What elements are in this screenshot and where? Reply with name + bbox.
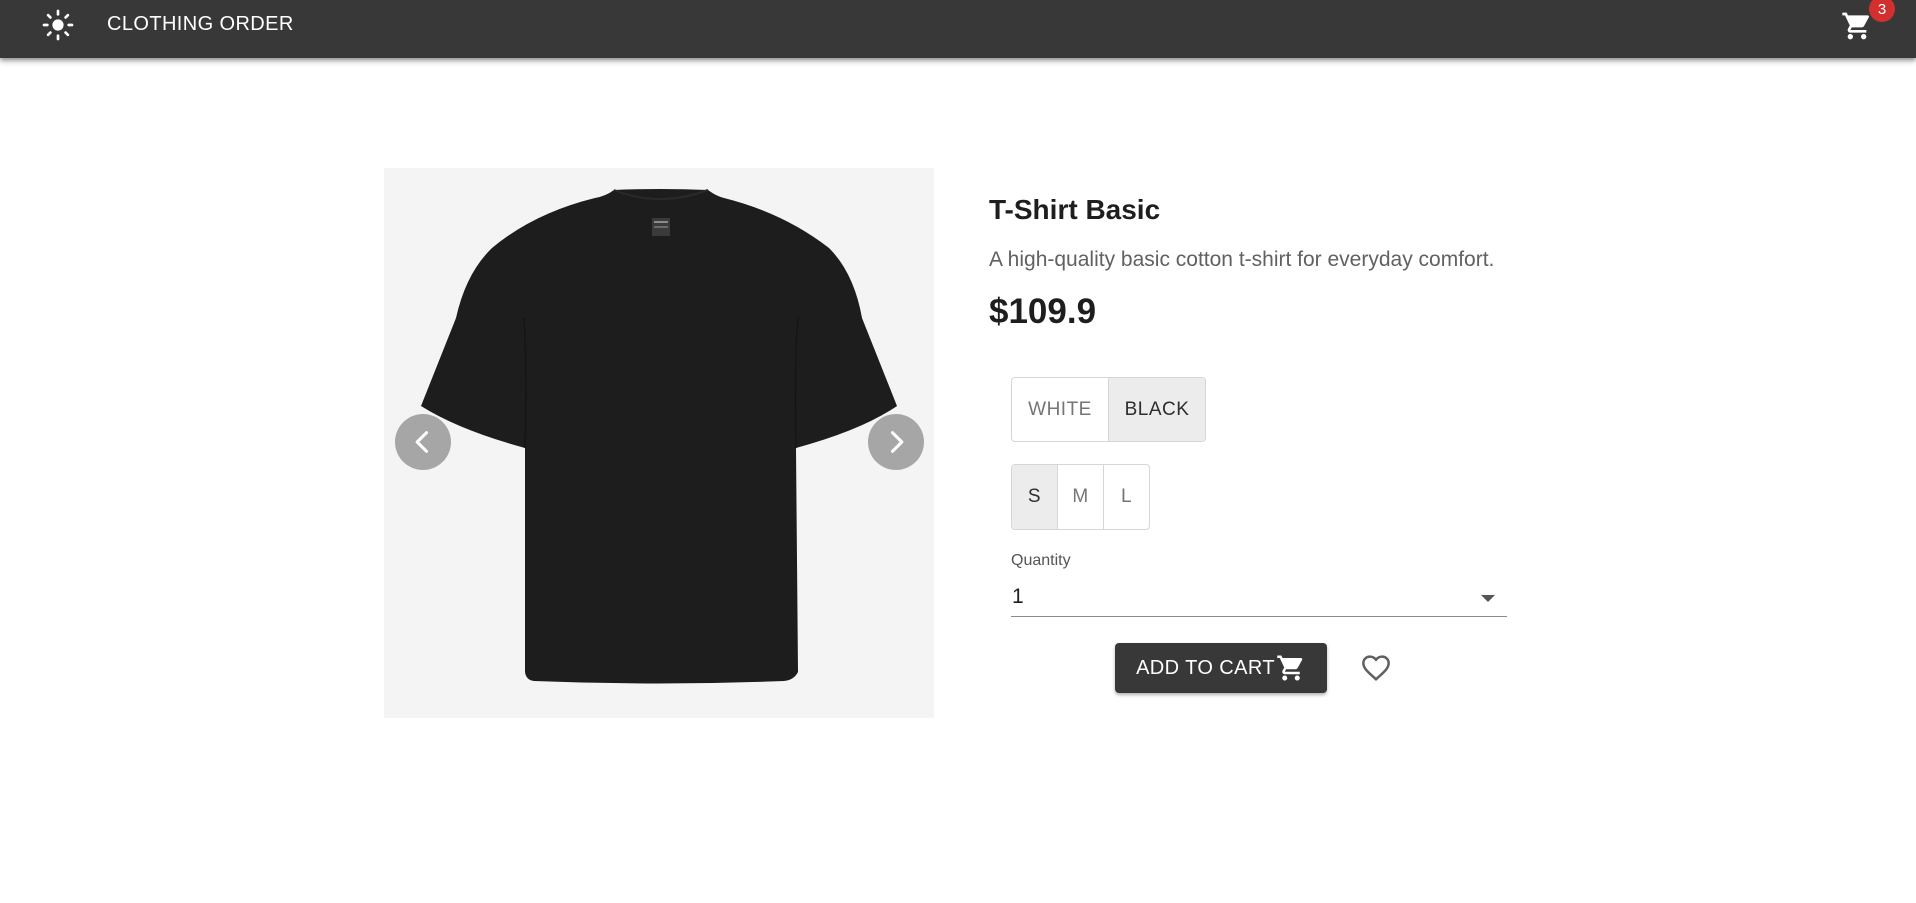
chevron-left-icon xyxy=(415,431,429,453)
cart-icon xyxy=(1842,12,1870,40)
sun-icon xyxy=(42,9,74,41)
size-option-m[interactable]: M xyxy=(1058,465,1104,529)
app-bar: CLOTHING ORDER 3 xyxy=(0,0,1916,58)
product-price: $109.9 xyxy=(989,292,1097,331)
product-image-gallery xyxy=(384,168,934,718)
wishlist-button[interactable] xyxy=(1356,648,1396,688)
add-to-cart-button[interactable]: ADD TO CART xyxy=(1115,643,1327,693)
product-description: A high-quality basic cotton t-shirt for … xyxy=(989,248,1495,271)
next-image-button[interactable] xyxy=(868,414,924,470)
color-option-white[interactable]: WHITE xyxy=(1012,378,1109,441)
color-selector: WHITE BLACK xyxy=(1011,377,1206,442)
cart-icon xyxy=(1277,655,1303,681)
product-name: T-Shirt Basic xyxy=(989,194,1161,225)
app-title: CLOTHING ORDER xyxy=(107,13,294,35)
tshirt-image xyxy=(421,189,897,684)
previous-image-button[interactable] xyxy=(395,414,451,470)
heart-outline-icon xyxy=(1362,655,1390,682)
quantity-label: Quantity xyxy=(1011,552,1071,569)
quantity-value: 1 xyxy=(1012,585,1024,608)
size-selector: S M L xyxy=(1011,464,1150,530)
caret-down-icon xyxy=(1481,595,1495,602)
add-to-cart-label: ADD TO CART xyxy=(1136,656,1275,679)
color-option-black[interactable]: BLACK xyxy=(1109,378,1205,441)
quantity-select[interactable]: 1 xyxy=(1011,578,1507,617)
size-option-l[interactable]: L xyxy=(1104,465,1149,529)
theme-toggle-button[interactable] xyxy=(36,6,80,44)
cart-count-badge: 3 xyxy=(1869,0,1895,22)
chevron-right-icon xyxy=(890,431,904,453)
size-option-s[interactable]: S xyxy=(1012,465,1058,529)
